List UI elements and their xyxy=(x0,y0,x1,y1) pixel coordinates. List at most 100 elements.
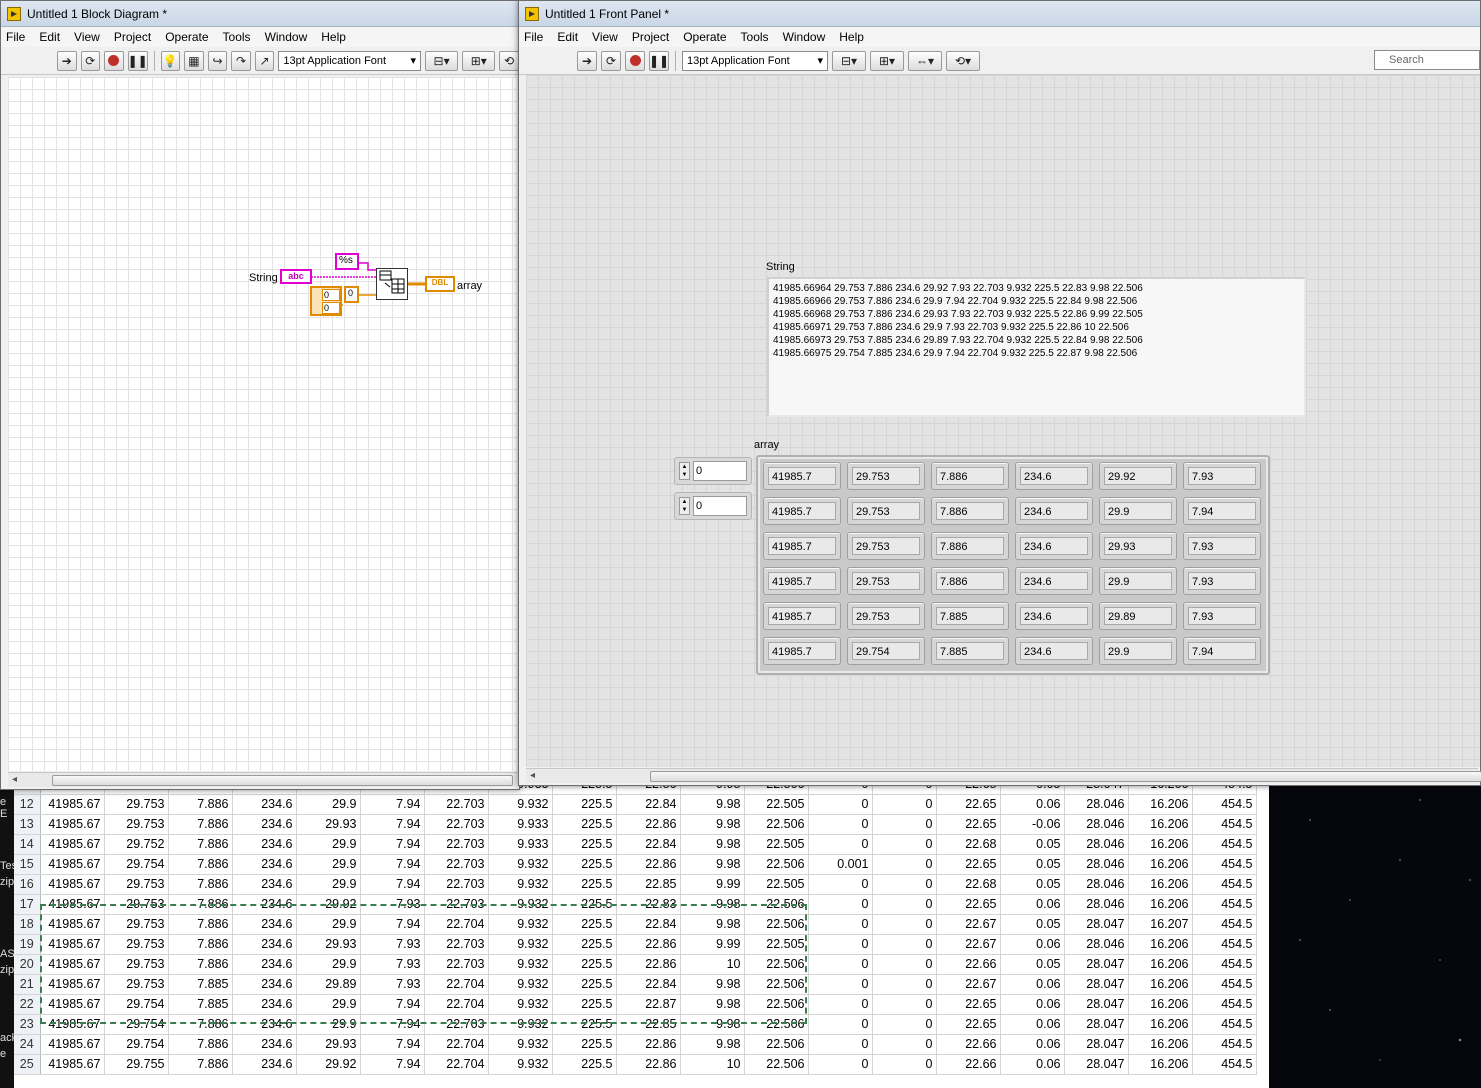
table-cell[interactable]: 28.046 xyxy=(1064,834,1129,855)
table-cell[interactable]: 10 xyxy=(680,1054,745,1075)
table-cell[interactable]: 225.5 xyxy=(552,1014,617,1035)
array-element[interactable]: 29.9 xyxy=(1099,637,1177,665)
table-cell[interactable]: 0.05 xyxy=(1000,834,1065,855)
menu-help[interactable]: Help xyxy=(321,30,346,44)
table-cell[interactable]: 0 xyxy=(808,874,873,895)
font-selector[interactable]: 13pt Application Font ▾ xyxy=(682,50,828,71)
table-cell[interactable]: 9.98 xyxy=(680,794,745,815)
array-constant[interactable]: 0 0 xyxy=(310,286,342,316)
menu-operate[interactable]: Operate xyxy=(165,30,208,44)
row-header[interactable]: 23 xyxy=(14,1014,41,1035)
align-objects-icon[interactable]: ⊟▾ xyxy=(424,50,459,71)
table-cell[interactable]: 7.94 xyxy=(360,854,425,875)
table-cell[interactable]: 22.505 xyxy=(744,874,809,895)
table-cell[interactable]: 9.932 xyxy=(488,894,553,915)
table-cell[interactable]: 41985.67 xyxy=(40,894,105,915)
table-cell[interactable]: 22.506 xyxy=(744,1014,809,1035)
table-cell[interactable]: 41985.67 xyxy=(40,934,105,955)
array-element[interactable]: 7.93 xyxy=(1183,567,1261,595)
table-cell[interactable]: 234.6 xyxy=(232,954,297,975)
table-row[interactable]: 25 41985.67 29.755 7.886 234.6 29.92 7.94 22.70… xyxy=(14,1054,1257,1075)
table-cell[interactable]: 29.9 xyxy=(296,914,361,935)
table-cell[interactable]: 22.703 xyxy=(424,1014,489,1035)
table-cell[interactable]: 22.67 xyxy=(936,914,1001,935)
table-cell[interactable]: 29.92 xyxy=(296,894,361,915)
array-element[interactable]: 7.885 xyxy=(931,637,1009,665)
menu-file[interactable]: File xyxy=(6,30,25,44)
table-cell[interactable]: 0 xyxy=(808,994,873,1015)
row-header[interactable]: 13 xyxy=(14,814,41,835)
menu-tools[interactable]: Tools xyxy=(741,30,769,44)
block-diagram-window[interactable]: Untitled 1 Block Diagram * File Edit Vie… xyxy=(0,0,520,790)
table-cell[interactable]: 9.932 xyxy=(488,854,553,875)
table-cell[interactable]: 7.885 xyxy=(168,994,233,1015)
table-cell[interactable]: 7.886 xyxy=(168,1054,233,1075)
table-cell[interactable]: 9.98 xyxy=(680,1014,745,1035)
table-cell[interactable]: 9.98 xyxy=(680,894,745,915)
table-cell[interactable]: 22.86 xyxy=(616,934,681,955)
abort-icon[interactable] xyxy=(104,50,124,71)
table-cell[interactable]: 0 xyxy=(872,894,937,915)
table-cell[interactable]: 22.84 xyxy=(616,974,681,995)
resize-objects-icon[interactable]: ⇔▾ xyxy=(908,50,942,71)
table-cell[interactable]: 454.5 xyxy=(1192,834,1257,855)
string-indicator[interactable]: 41985.66964 29.753 7.886 234.6 29.92 7.9… xyxy=(767,277,1306,417)
table-cell[interactable]: 16.206 xyxy=(1128,894,1193,915)
table-cell[interactable]: 28.046 xyxy=(1064,814,1129,835)
array-element[interactable]: 7.885 xyxy=(931,602,1009,630)
table-cell[interactable]: 0 xyxy=(872,834,937,855)
spin-arrows-icon[interactable]: ▲ ▼ xyxy=(679,462,690,480)
table-cell[interactable]: 22.505 xyxy=(744,794,809,815)
table-row[interactable]: 15 41985.67 29.754 7.886 234.6 29.9 7.94 22.703… xyxy=(14,854,1257,875)
table-cell[interactable]: 22.65 xyxy=(936,854,1001,875)
table-cell[interactable]: 0 xyxy=(872,1014,937,1035)
reorder-icon[interactable]: ⟲ xyxy=(499,50,519,71)
array-element[interactable]: 234.6 xyxy=(1015,637,1093,665)
menu-tools[interactable]: Tools xyxy=(223,30,251,44)
table-cell[interactable]: 234.6 xyxy=(232,934,297,955)
table-cell[interactable]: 16.206 xyxy=(1128,954,1193,975)
table-cell[interactable]: 9.932 xyxy=(488,794,553,815)
table-cell[interactable]: 29.752 xyxy=(104,834,169,855)
scrollbar-thumb[interactable] xyxy=(650,771,1481,782)
array-element[interactable]: 41985.7 xyxy=(763,462,841,490)
table-cell[interactable]: 16.206 xyxy=(1128,814,1193,835)
table-cell[interactable]: 0 xyxy=(872,914,937,935)
table-cell[interactable]: 0 xyxy=(872,974,937,995)
table-cell[interactable]: 234.6 xyxy=(232,1034,297,1055)
table-cell[interactable]: 7.94 xyxy=(360,994,425,1015)
table-cell[interactable]: 225.5 xyxy=(552,954,617,975)
table-cell[interactable]: 22.506 xyxy=(744,894,809,915)
table-cell[interactable]: 22.68 xyxy=(936,786,1001,795)
table-cell[interactable]: 9.932 xyxy=(488,974,553,995)
table-cell[interactable]: 0.06 xyxy=(1000,894,1065,915)
font-selector[interactable]: 13pt Application Font ▾ xyxy=(278,50,421,71)
table-cell[interactable]: 0 xyxy=(872,854,937,875)
table-cell[interactable]: 0.06 xyxy=(1000,934,1065,955)
table-cell[interactable]: 225.5 xyxy=(552,854,617,875)
table-cell[interactable]: 22.703 xyxy=(424,894,489,915)
table-cell[interactable]: 41985.67 xyxy=(40,834,105,855)
array-indicator-terminal[interactable]: DBL xyxy=(425,276,455,292)
format-string-constant[interactable]: %s xyxy=(335,253,359,270)
table-cell[interactable]: 7.886 xyxy=(168,854,233,875)
table-row[interactable]: 16 41985.67 29.753 7.886 234.6 29.9 7.94 22.703… xyxy=(14,874,1257,895)
spreadsheet-table[interactable]: 1141985.6729.7527.886234.629.917.9422.70… xyxy=(14,786,1257,1075)
menu-edit[interactable]: Edit xyxy=(557,30,578,44)
table-cell[interactable]: 0 xyxy=(808,914,873,935)
table-cell[interactable]: 0.001 xyxy=(808,854,873,875)
table-cell[interactable]: 29.755 xyxy=(104,1054,169,1075)
table-row[interactable]: 12 41985.67 29.753 7.886 234.6 29.9 7.94 22.703… xyxy=(14,794,1257,815)
table-cell[interactable]: 454.5 xyxy=(1192,1054,1257,1075)
run-arrow-icon[interactable]: ➔ xyxy=(57,50,77,71)
table-cell[interactable]: 234.6 xyxy=(232,914,297,935)
table-cell[interactable]: 234.6 xyxy=(232,974,297,995)
table-row[interactable]: 14 41985.67 29.752 7.886 234.6 29.9 7.94 22.703… xyxy=(14,834,1257,855)
string-terminal[interactable]: abc xyxy=(280,269,312,284)
table-cell[interactable]: 7.886 xyxy=(168,934,233,955)
row-header[interactable]: 21 xyxy=(14,974,41,995)
table-cell[interactable]: 22.67 xyxy=(936,934,1001,955)
table-cell[interactable]: 29.9 xyxy=(296,854,361,875)
table-cell[interactable]: 22.87 xyxy=(616,994,681,1015)
array-element[interactable]: 7.886 xyxy=(931,532,1009,560)
